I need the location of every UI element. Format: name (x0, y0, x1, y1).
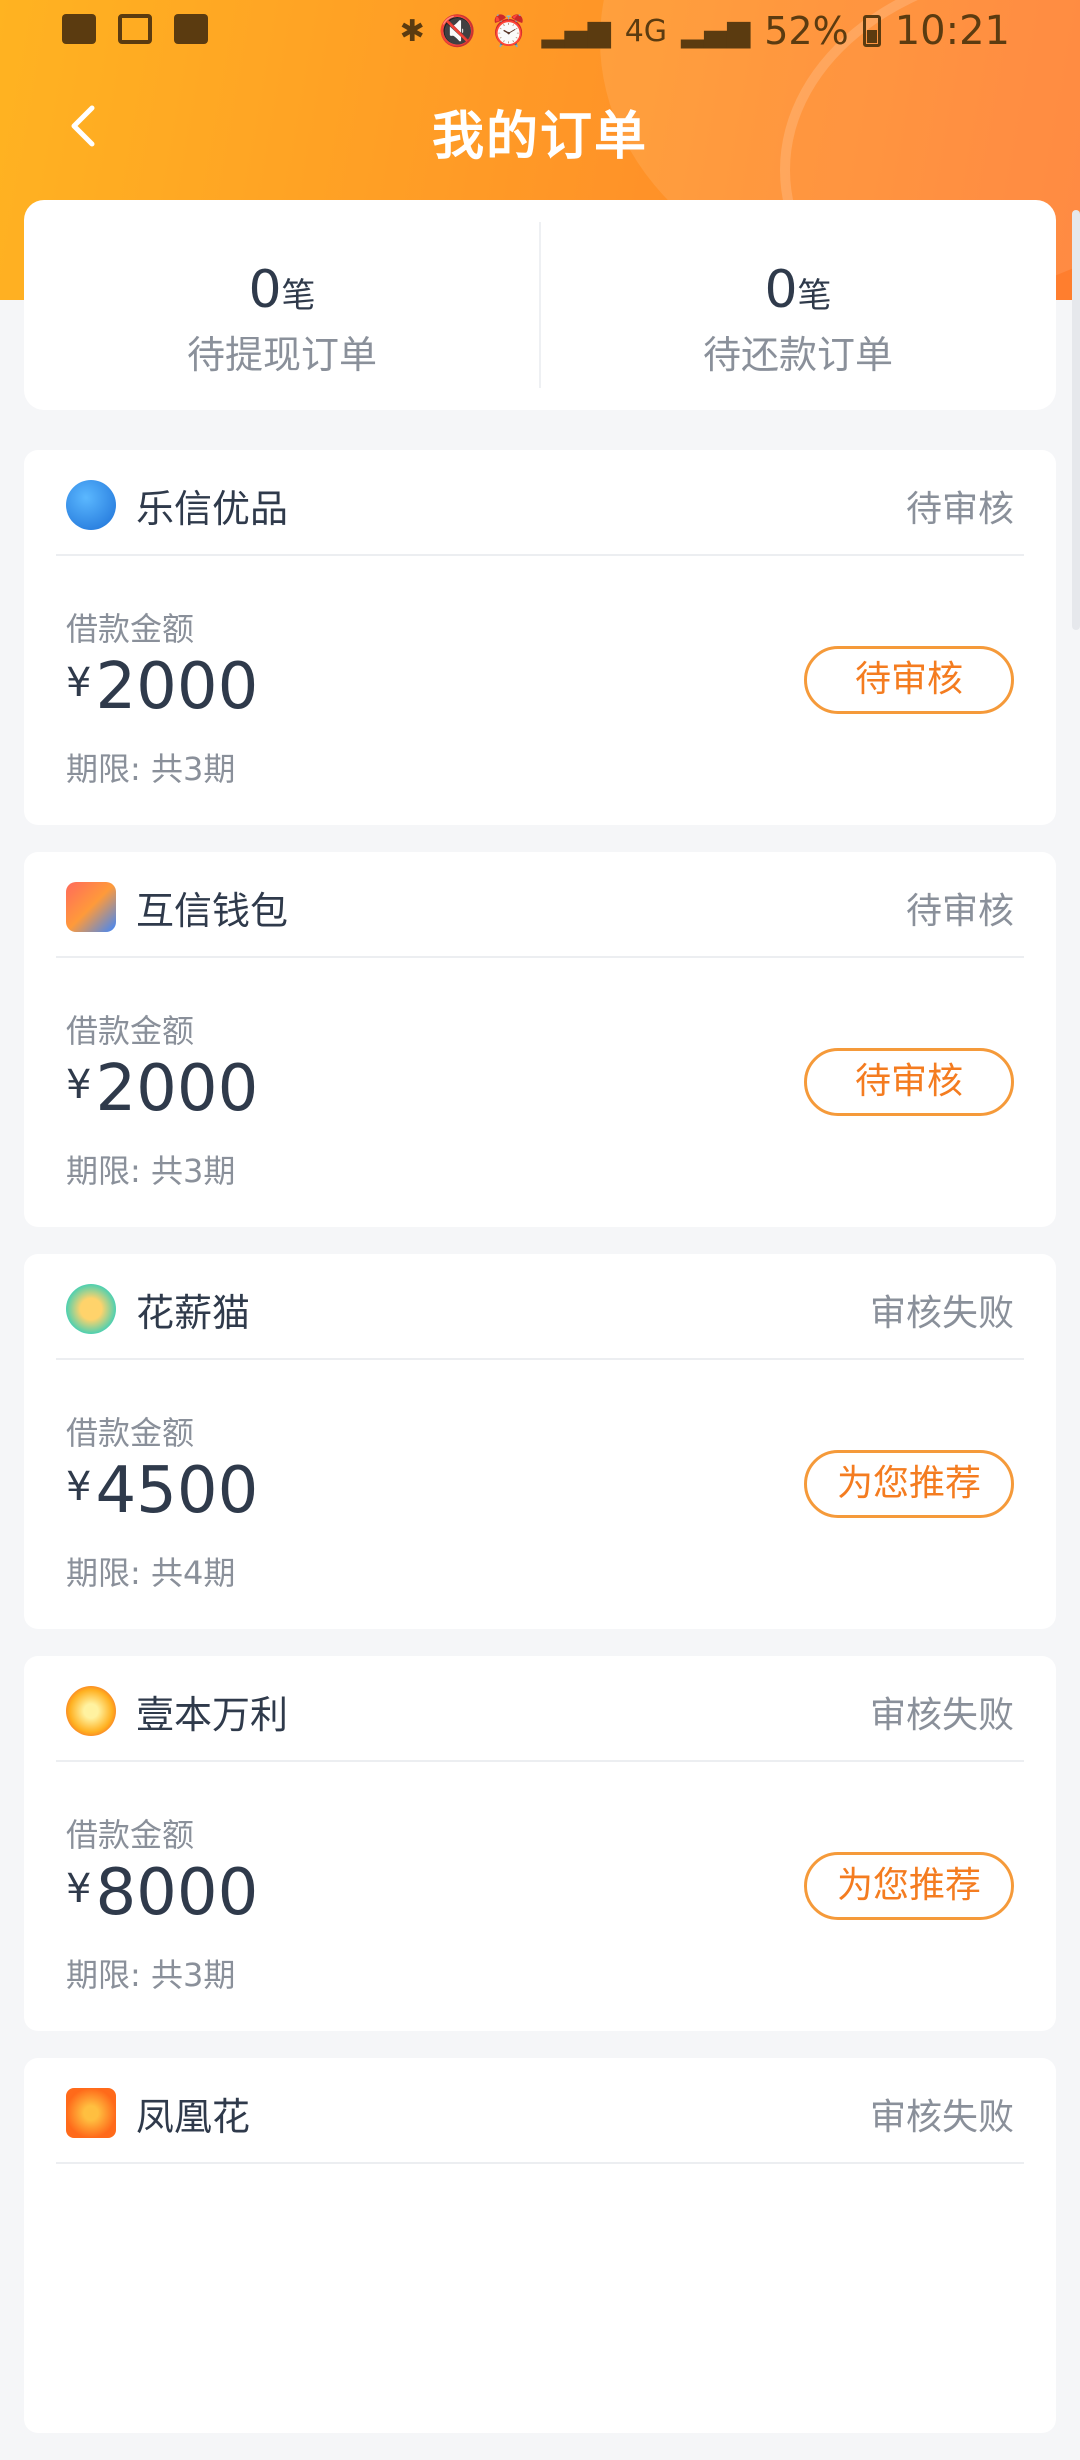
summary-label: 待还款订单 (702, 333, 893, 377)
yibenwanli-logo-icon (66, 1686, 116, 1736)
order-card[interactable]: 花薪猫 审核失败 借款金额 ¥4500 期限: 共4期 为您推荐 (24, 1254, 1056, 1629)
amount-label: 借款金额 (66, 1816, 195, 1854)
order-list: 乐信优品 待审核 借款金额 ¥2000 期限: 共3期 待审核 互信钱包 待审核… (24, 450, 1056, 2460)
alarm-icon: ⏰ (490, 13, 528, 49)
order-summary: 0笔 待提现订单 0笔 待还款订单 (24, 200, 1056, 410)
order-card-header: 壹本万利 审核失败 (24, 1656, 1056, 1762)
order-status: 审核失败 (869, 2097, 1014, 2138)
order-card[interactable]: 壹本万利 审核失败 借款金额 ¥8000 期限: 共3期 为您推荐 (24, 1656, 1056, 2031)
clock-time: 10:21 (894, 8, 1010, 54)
battery-icon (862, 15, 881, 47)
order-lender-name: 凤凰花 (136, 2095, 251, 2139)
order-lender-name: 壹本万利 (136, 1693, 289, 1737)
signal-icon: ▂▄▆ (541, 13, 611, 49)
battery-percent: 52% (764, 9, 849, 53)
order-card-header: 凤凰花 审核失败 (24, 2058, 1056, 2164)
order-card-header: 花薪猫 审核失败 (24, 1254, 1056, 1360)
loan-term: 期限: 共4期 (66, 1554, 236, 1592)
summary-count: 0笔 (248, 260, 316, 320)
signal-icon-2: ▂▄▆ (681, 13, 751, 49)
card-divider (56, 956, 1024, 958)
order-card[interactable]: 互信钱包 待审核 借款金额 ¥2000 期限: 共3期 待审核 (24, 852, 1056, 1227)
huaxinmao-logo-icon (66, 1284, 116, 1334)
summary-count: 0笔 (764, 260, 832, 320)
network-type: 4G (624, 13, 668, 49)
status-indicators: ✱ 🔇 ⏰ ▂▄▆ 4G ▂▄▆ 52% 10:21 (400, 8, 1010, 54)
bluetooth-icon: ✱ (399, 13, 425, 49)
order-status: 审核失败 (869, 1695, 1014, 1736)
order-lender-name: 花薪猫 (136, 1291, 251, 1335)
loan-amount: ¥2000 (66, 650, 259, 724)
page-title: 我的订单 (431, 107, 648, 167)
lexin-logo-icon (66, 480, 116, 530)
amount-label: 借款金额 (66, 610, 195, 648)
card-divider (56, 1358, 1024, 1360)
pending-repay-summary[interactable]: 0笔 待还款订单 (540, 200, 1056, 410)
message-icon (62, 14, 96, 44)
order-card-header: 乐信优品 待审核 (24, 450, 1056, 556)
scroll-edge (1072, 210, 1080, 630)
loan-amount: ¥2000 (66, 1052, 259, 1126)
order-status: 待审核 (905, 891, 1014, 932)
loan-amount: ¥4500 (66, 1454, 259, 1528)
summary-label: 待提现订单 (186, 333, 377, 377)
loan-term: 期限: 共3期 (66, 1152, 236, 1190)
pending-withdraw-summary[interactable]: 0笔 待提现订单 (24, 200, 540, 410)
recommend-button[interactable]: 为您推荐 (804, 1450, 1014, 1518)
nav-bar: 我的订单 (0, 64, 1080, 188)
fenghuanghua-logo-icon (66, 2088, 116, 2138)
loan-term: 期限: 共3期 (66, 1956, 236, 1994)
status-bar: ✱ 🔇 ⏰ ▂▄▆ 4G ▂▄▆ 52% 10:21 (0, 0, 1080, 64)
recommend-button[interactable]: 为您推荐 (804, 1852, 1014, 1920)
loan-amount: ¥8000 (66, 1856, 259, 1930)
amount-label: 借款金额 (66, 1012, 195, 1050)
status-notifications (62, 14, 208, 44)
wifi-icon (174, 14, 208, 44)
order-card[interactable]: 乐信优品 待审核 借款金额 ¥2000 期限: 共3期 待审核 (24, 450, 1056, 825)
card-divider (56, 554, 1024, 556)
order-status: 待审核 (905, 489, 1014, 530)
order-action-button[interactable]: 待审核 (804, 1048, 1014, 1116)
order-card[interactable]: 凤凰花 审核失败 (24, 2058, 1056, 2433)
card-divider (56, 2162, 1024, 2164)
amount-label: 借款金额 (66, 1414, 195, 1452)
order-card-header: 互信钱包 待审核 (24, 852, 1056, 958)
order-status: 审核失败 (869, 1293, 1014, 1334)
order-lender-name: 乐信优品 (136, 487, 289, 531)
order-action-button[interactable]: 待审核 (804, 646, 1014, 714)
clock-app-icon (118, 14, 152, 44)
loan-term: 期限: 共3期 (66, 750, 236, 788)
order-lender-name: 互信钱包 (136, 889, 289, 933)
mute-icon: 🔇 (438, 13, 477, 49)
huxin-logo-icon (66, 882, 116, 932)
card-divider (56, 1760, 1024, 1762)
